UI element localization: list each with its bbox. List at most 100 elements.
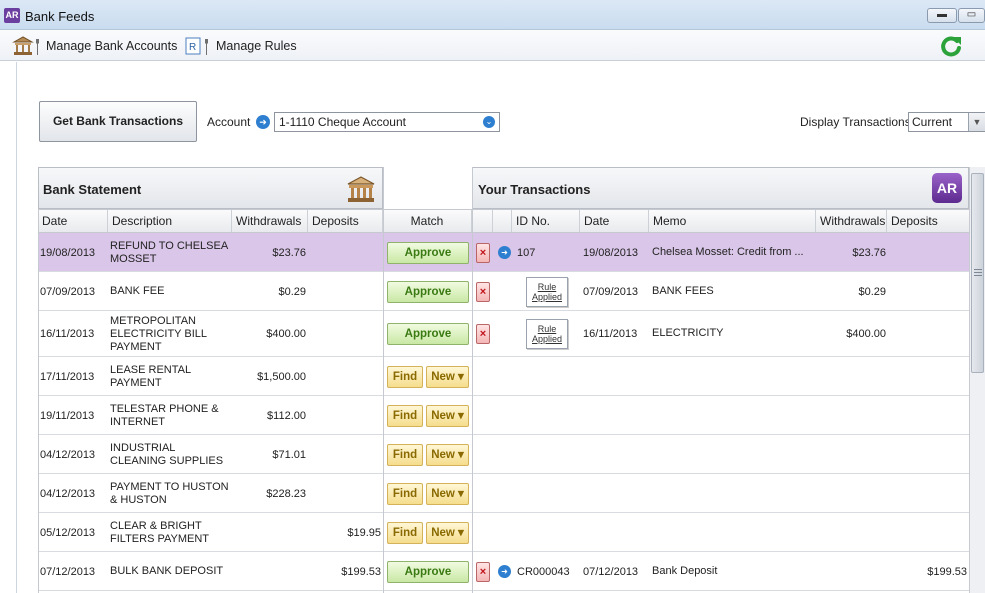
col-withdrawals[interactable]: Withdrawals [232,210,308,232]
row-deposits [308,272,381,311]
row-description: INDUSTRIAL CLEANING SUPPLIES [110,441,224,467]
new-button[interactable]: New ▾ [426,366,469,388]
col-memo[interactable]: Memo [649,210,816,232]
rule-label-line-2: Applied [531,292,563,302]
title-bar: AR Bank Feeds ▬ ▭ [0,0,985,30]
new-button[interactable]: New ▾ [426,483,469,505]
reject-icon[interactable]: × [476,562,490,582]
reject-icon[interactable]: × [476,324,490,344]
row-description: LEASE RENTAL PAYMENT [110,363,191,389]
row-your-withdrawals: $23.76 [852,246,886,259]
approve-button[interactable]: Approve [387,323,469,345]
col-your-withdrawals[interactable]: Withdrawals [816,210,887,232]
col-description[interactable]: Description [108,210,232,232]
col-date[interactable]: Date [38,210,108,232]
approve-button[interactable]: Approve [387,242,469,264]
ar-badge: AR [932,173,962,203]
vertical-scrollbar[interactable] [969,167,985,593]
bank-wrench-icon [12,36,39,55]
rule-applied-button[interactable]: Rule Applied [526,277,568,307]
row-memo: Chelsea Mosset: Credit from ... [652,246,804,258]
table-row: 05/12/2013 CLEAR & BRIGHT FILTERS PAYMENT… [38,513,969,552]
row-description: METROPOLITAN ELECTRICITY BILL PAYMENT [110,314,207,353]
row-date: 07/12/2013 [40,565,96,578]
row-date: 19/11/2013 [40,409,95,422]
new-button[interactable]: New ▾ [426,444,469,466]
row-your-deposits: $199.53 [927,565,967,578]
rules-wrench-icon: R [185,37,208,55]
go-arrow-icon[interactable]: ➜ [498,565,511,578]
rule-applied-button[interactable]: Rule Applied [526,319,568,349]
row-deposits: $19.95 [347,526,381,539]
row-date: 05/12/2013 [40,526,96,539]
table-header: Date Description Withdrawals Deposits Ma… [38,209,969,233]
go-arrow-icon[interactable]: ➜ [498,246,511,259]
row-your-date: 07/09/2013 [583,285,639,298]
find-button[interactable]: Find [387,444,423,466]
reject-icon[interactable]: × [476,282,490,302]
refresh-icon[interactable] [939,34,963,58]
table-row: 16/11/2013 METROPOLITAN ELECTRICITY BILL … [38,311,969,357]
row-deposits [308,357,381,396]
row-description: CLEAR & BRIGHT FILTERS PAYMENT [110,519,210,545]
table-row: 07/12/2013 BULK BANK DEPOSIT $199.53 Approv… [38,552,969,591]
row-date: 04/12/2013 [40,448,96,461]
row-deposits: $199.53 [341,565,381,578]
row-deposits [308,233,381,272]
col-your-date[interactable]: Date [580,210,649,232]
row-your-deposits [891,272,967,311]
table-row: 04/12/2013 INDUSTRIAL CLEANING SUPPLIES $7… [38,435,969,474]
col-spacer-2 [493,210,512,232]
row-date: 19/08/2013 [40,246,96,259]
bank-statement-header: Bank Statement [38,167,383,209]
app-logo-icon: AR [4,8,20,23]
approve-button[interactable]: Approve [387,281,469,303]
row-withdrawals [232,513,306,552]
find-button[interactable]: Find [387,366,423,388]
new-button[interactable]: New ▾ [426,522,469,544]
maximize-button[interactable]: ▭ [958,8,985,23]
row-memo: Bank Deposit [652,565,718,577]
col-your-deposits[interactable]: Deposits [887,210,969,232]
row-date: 07/09/2013 [40,285,96,298]
reject-icon[interactable]: × [476,243,490,263]
row-your-date: 19/08/2013 [583,246,639,259]
col-match: Match [383,210,472,232]
minimize-button[interactable]: ▬ [927,8,957,23]
row-date: 16/11/2013 [40,328,95,340]
row-description: REFUND TO CHELSEA MOSSET [110,239,228,265]
account-label: Account [207,115,251,129]
rule-label-line-1: Rule [537,324,557,334]
find-button[interactable]: Find [387,405,423,427]
account-value: 1-1110 Cheque Account [279,115,406,129]
display-transactions-value: Current [912,115,953,129]
your-transactions-header: Your Transactions AR [472,167,969,209]
chevron-down-icon[interactable]: ⌄ [483,116,495,128]
row-withdrawals: $0.29 [278,285,306,298]
row-withdrawals [232,552,306,591]
display-transactions-select[interactable]: Current ▼ [908,112,985,132]
match-separator-right [472,167,473,593]
dropdown-arrow-icon[interactable]: ▼ [968,113,985,131]
row-your-deposits [891,311,967,357]
get-bank-transactions-button[interactable]: Get Bank Transactions [39,101,197,142]
match-separator-left [383,167,384,593]
account-arrow-icon: ➜ [256,115,270,129]
find-button[interactable]: Find [387,483,423,505]
left-border [38,209,39,593]
account-select[interactable]: 1-1110 Cheque Account ⌄ [274,112,500,132]
approve-button[interactable]: Approve [387,561,469,583]
row-your-date: 16/11/2013 [583,328,638,340]
new-button[interactable]: New ▾ [426,405,469,427]
row-date: 17/11/2013 [40,370,95,383]
manage-rules-button[interactable]: R Manage Rules [184,35,297,57]
row-memo: BANK FEES [652,285,714,297]
row-withdrawals: $112.00 [267,409,306,422]
col-deposits[interactable]: Deposits [308,210,383,232]
scrollbar-thumb[interactable] [971,173,984,373]
row-deposits [308,311,381,357]
display-transactions-label: Display Transactions: [800,115,915,129]
find-button[interactable]: Find [387,522,423,544]
manage-bank-accounts-button[interactable]: Manage Bank Accounts [12,35,177,57]
col-id[interactable]: ID No. [512,210,580,232]
